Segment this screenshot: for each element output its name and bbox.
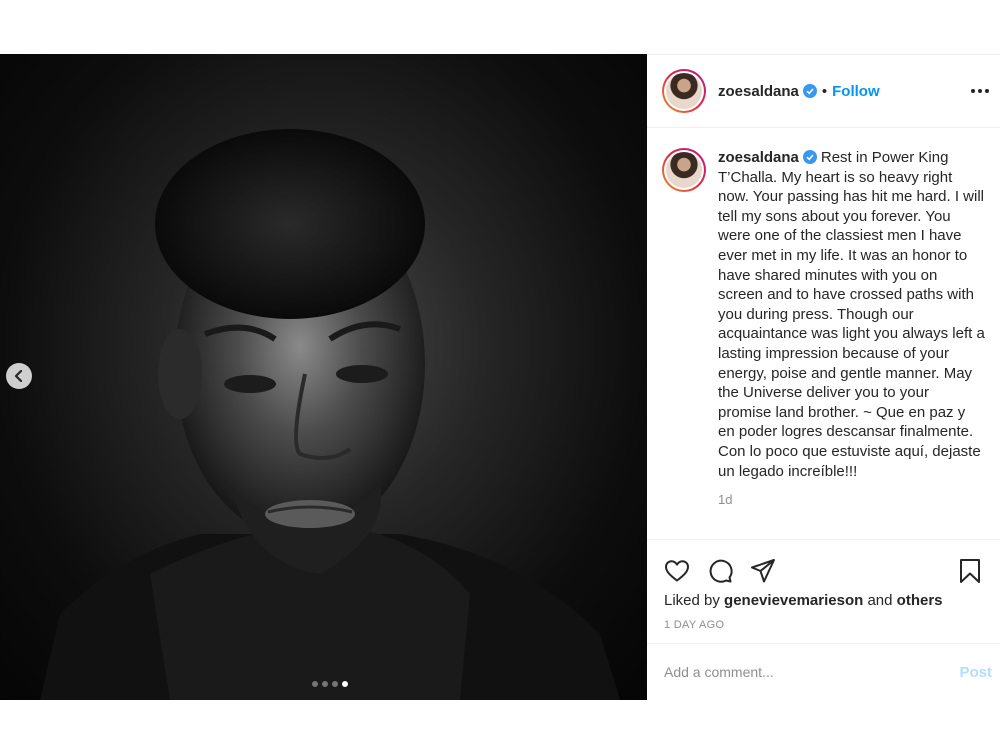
caption-body: Rest in Power King T’Challa. My heart is… — [718, 149, 985, 480]
heart-icon[interactable] — [664, 558, 690, 584]
chevron-left-icon — [14, 370, 23, 382]
liked-by-and: and — [867, 592, 893, 609]
header-username[interactable]: zoesaldana — [718, 83, 799, 100]
caption-timestamp[interactable]: 1d — [718, 492, 985, 507]
verified-badge-icon — [802, 84, 817, 98]
likes-summary: Liked by genevievemarieson and others — [647, 590, 1000, 609]
liked-by-user[interactable]: genevievemarieson — [724, 592, 863, 609]
caption-avatar[interactable] — [662, 148, 706, 192]
caption-username[interactable]: zoesaldana — [718, 149, 799, 166]
carousel-indicator — [0, 681, 647, 687]
paper-plane-icon[interactable] — [750, 558, 776, 584]
follow-button[interactable]: Follow — [832, 83, 880, 100]
post-header: zoesaldana • Follow — [647, 55, 1000, 128]
post-timestamp[interactable]: 1 DAY AGO — [647, 609, 1000, 631]
liked-by-prefix: Liked by — [664, 592, 720, 609]
post-photo — [40, 129, 620, 700]
add-comment-bar: Post — [647, 643, 1000, 700]
post-comment-button[interactable]: Post — [959, 664, 992, 681]
post-media[interactable] — [0, 54, 647, 700]
carousel-dot — [341, 681, 348, 687]
more-options-icon[interactable] — [968, 79, 992, 103]
bookmark-icon[interactable] — [957, 558, 983, 584]
post-side-panel: zoesaldana • Follow zoesaldana Rest in Po… — [647, 54, 1000, 700]
action-bar — [647, 540, 1000, 590]
verified-badge-icon — [802, 150, 817, 164]
comment-input[interactable] — [664, 664, 960, 680]
caption-text: zoesaldana Rest in Power King T’Challa. M… — [718, 148, 985, 481]
comment-bubble-icon[interactable] — [707, 558, 733, 584]
avatar[interactable] — [662, 69, 706, 113]
carousel-dot — [311, 681, 318, 687]
caption-area: zoesaldana Rest in Power King T’Challa. M… — [647, 128, 1000, 540]
post-modal: zoesaldana • Follow zoesaldana Rest in Po… — [0, 54, 1000, 700]
carousel-prev-button[interactable] — [6, 363, 32, 389]
carousel-dot — [331, 681, 338, 687]
carousel-dot — [321, 681, 328, 687]
liked-by-others[interactable]: others — [897, 592, 943, 609]
separator-dot: • — [821, 82, 828, 100]
